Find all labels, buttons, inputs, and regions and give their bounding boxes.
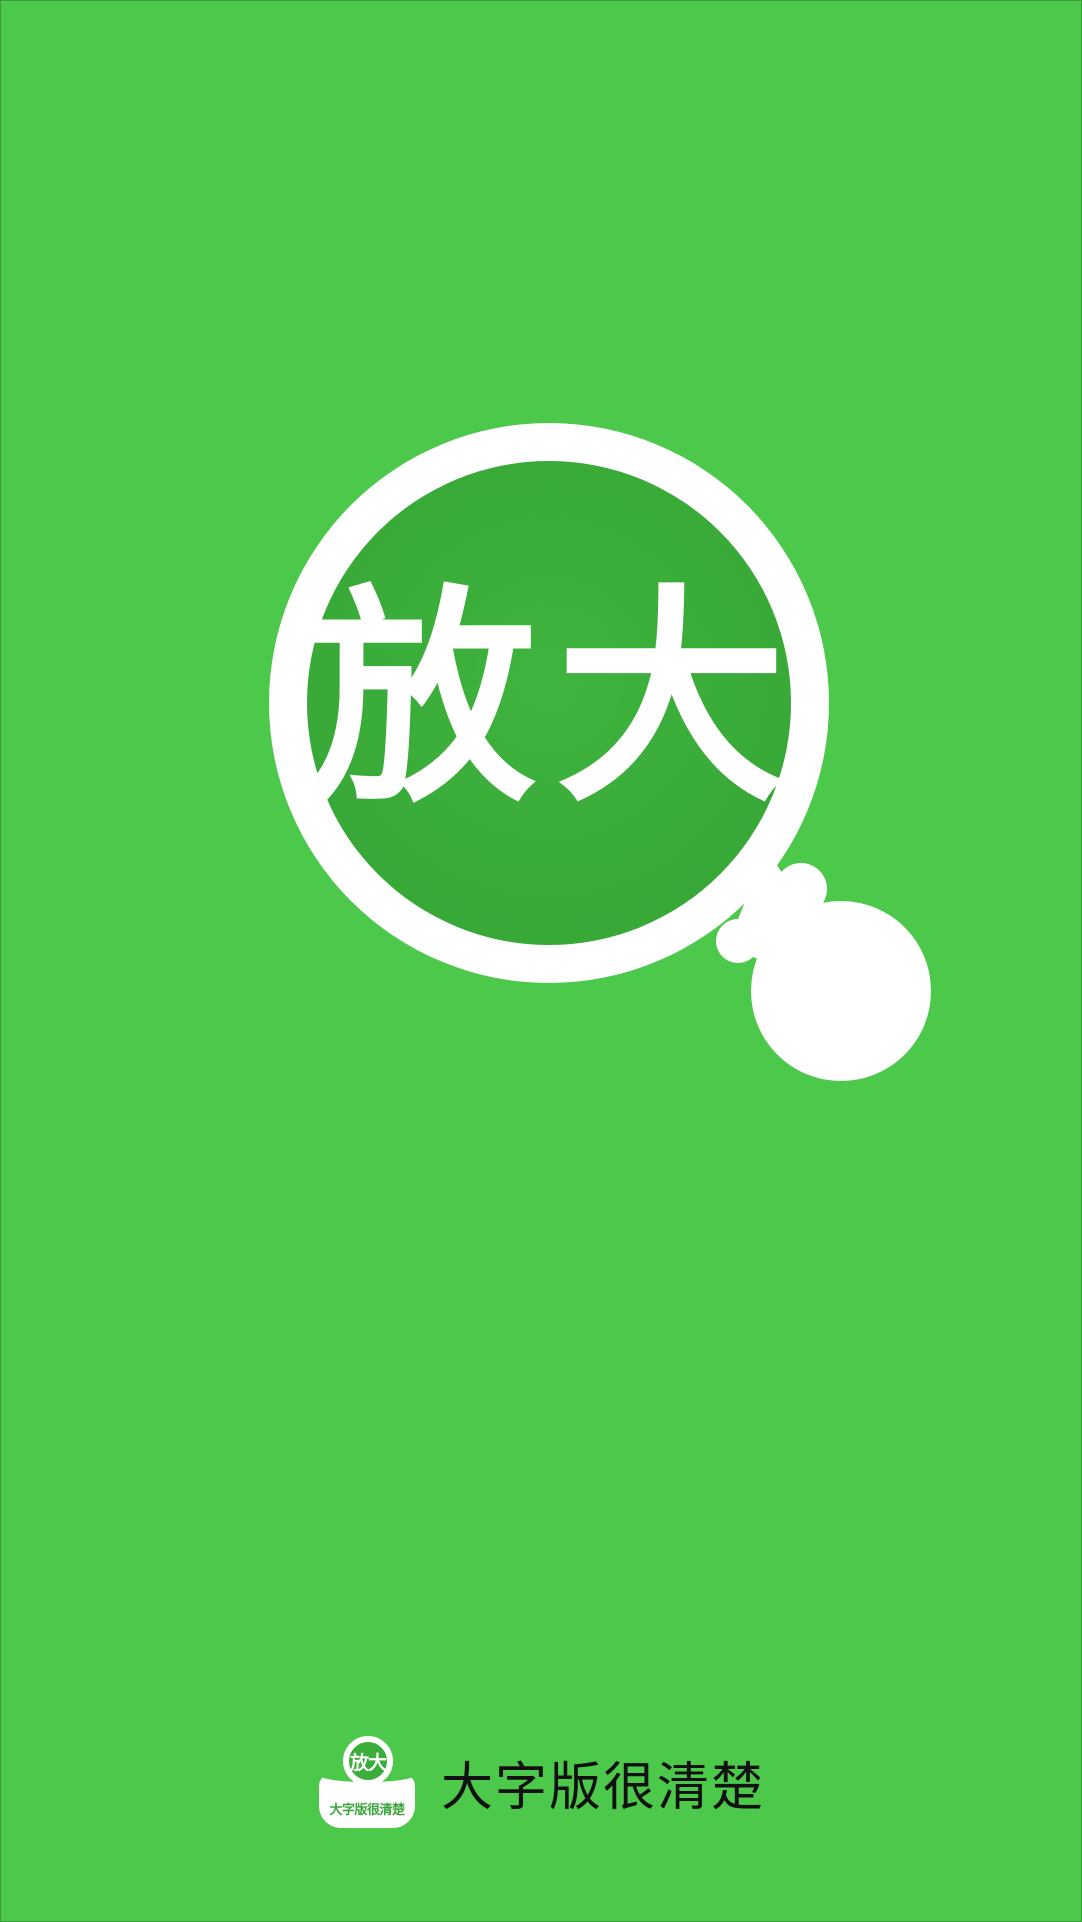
lens-char-fang: 放 bbox=[305, 567, 536, 834]
lens-char-da: 大 bbox=[555, 567, 786, 834]
magnifier-icon bbox=[269, 423, 931, 1081]
brand-footer: 放大 大字版很清楚 大字版很清楚 bbox=[319, 1736, 765, 1828]
app-icon-magnifier: 放大 bbox=[343, 1736, 393, 1786]
app-icon-caption: 大字版很清楚 bbox=[329, 1803, 405, 1818]
splash-screen: 放 大 放大 大字版很清楚 大字版很清楚 bbox=[0, 0, 1082, 1922]
lens-text: 放 大 bbox=[301, 561, 791, 841]
app-name: 大字版很清楚 bbox=[441, 1757, 766, 1818]
app-icon: 放大 大字版很清楚 bbox=[319, 1736, 415, 1828]
